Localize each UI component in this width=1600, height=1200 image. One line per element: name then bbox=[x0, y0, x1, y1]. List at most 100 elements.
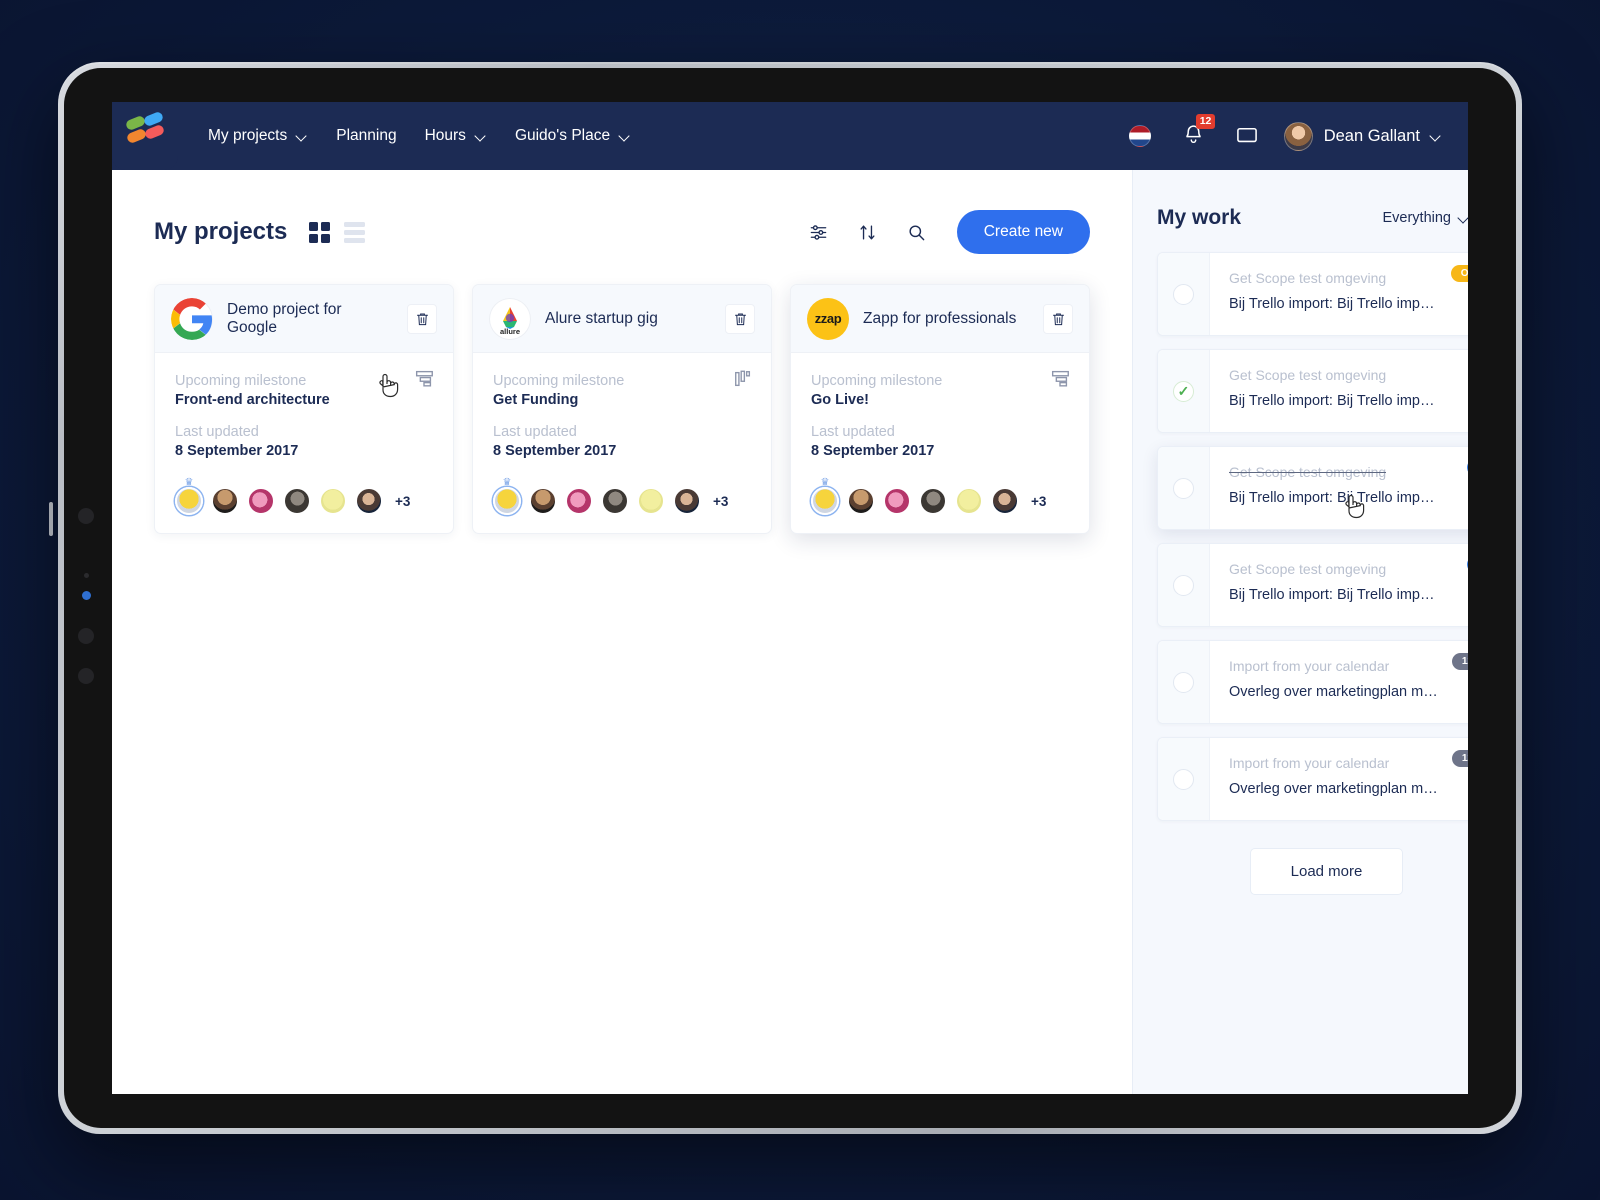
delete-project-button[interactable] bbox=[407, 303, 437, 334]
milestone-value: Front-end architecture bbox=[175, 392, 330, 408]
avatar[interactable] bbox=[883, 487, 911, 515]
projects-panel: My projects Create new Demo project for … bbox=[112, 170, 1132, 1094]
avatar-owner[interactable]: ♛ bbox=[493, 478, 521, 515]
project-card[interactable]: allure Alure startup gig Upcoming milest… bbox=[472, 284, 772, 534]
task-card[interactable]: Get Scope test omgeving Bij Trello impor… bbox=[1157, 543, 1468, 627]
zzap-wordmark: zzap bbox=[814, 311, 842, 326]
task-title: Overleg over marketingplan met … bbox=[1229, 781, 1439, 797]
app-screen: My projects Planning Hours Guido's Place bbox=[112, 102, 1468, 1094]
extra-members-count[interactable]: +3 bbox=[1031, 494, 1046, 509]
task-checkbox-checked[interactable]: ✓ bbox=[1173, 380, 1194, 402]
task-check-column bbox=[1158, 253, 1210, 335]
task-card[interactable]: Import from your calendar Overleg over m… bbox=[1157, 640, 1468, 724]
top-navbar: My projects Planning Hours Guido's Place bbox=[112, 102, 1468, 170]
chat-icon bbox=[1236, 127, 1257, 143]
avatar[interactable] bbox=[637, 487, 665, 515]
avatar[interactable] bbox=[283, 487, 311, 515]
tablet-sensor-dot bbox=[84, 573, 89, 578]
my-work-title: My work bbox=[1157, 206, 1242, 229]
status-badge: 12-12-2018 bbox=[1451, 653, 1468, 670]
task-subtitle: Get Scope test omgeving bbox=[1229, 270, 1387, 286]
nav-actions: 12 Dean Gallant bbox=[1113, 113, 1468, 151]
list-view-icon[interactable] bbox=[344, 221, 366, 243]
avatar[interactable] bbox=[991, 487, 1019, 515]
nav-item-hours[interactable]: Hours bbox=[411, 117, 501, 155]
language-selector[interactable] bbox=[1113, 125, 1167, 147]
avatar[interactable] bbox=[319, 487, 347, 515]
task-content: Get Scope test omgeving Bij Trello impor… bbox=[1210, 544, 1468, 626]
sort-button[interactable] bbox=[843, 223, 892, 242]
content-area: My projects Create new Demo project for … bbox=[112, 170, 1468, 1094]
milestone-label: Upcoming milestone bbox=[493, 373, 625, 389]
delete-project-button[interactable] bbox=[1043, 303, 1073, 334]
gantt-icon bbox=[1049, 369, 1071, 393]
nav-item-my-projects[interactable]: My projects bbox=[194, 117, 322, 155]
project-card[interactable]: zzap Zapp for professionals Upcoming mil… bbox=[379, 284, 1090, 534]
avatar[interactable] bbox=[247, 487, 275, 515]
crown-icon: ♛ bbox=[502, 477, 512, 488]
project-card[interactable]: Demo project for Google Upcoming milesto… bbox=[154, 284, 454, 534]
bell-icon: 12 bbox=[1183, 113, 1216, 150]
avatar[interactable] bbox=[955, 487, 983, 515]
task-checkbox[interactable] bbox=[1173, 574, 1194, 596]
task-card[interactable]: Import from your calendar Overleg over m… bbox=[1157, 737, 1468, 821]
extra-members-count[interactable]: +3 bbox=[395, 494, 410, 509]
task-subtitle: Import from your calendar bbox=[1229, 755, 1390, 771]
avatar[interactable] bbox=[529, 487, 557, 515]
updated-value: 8 September 2017 bbox=[175, 443, 299, 459]
grid-view-icon[interactable] bbox=[309, 221, 331, 243]
search-button[interactable] bbox=[892, 223, 941, 242]
sort-icon bbox=[860, 224, 875, 240]
extra-members-count[interactable]: +3 bbox=[713, 494, 728, 509]
task-card[interactable]: Get Scope test omgeving Bij Trello impor… bbox=[1157, 252, 1468, 336]
create-new-button[interactable]: Create new bbox=[956, 210, 1090, 254]
filter-button[interactable] bbox=[794, 223, 843, 242]
check-icon: ✓ bbox=[1177, 383, 1190, 399]
task-content: Import from your calendar Overleg over m… bbox=[1210, 641, 1468, 723]
zzap-logo-icon: zzap bbox=[807, 297, 849, 340]
task-checkbox[interactable] bbox=[1173, 671, 1194, 693]
avatar[interactable] bbox=[847, 487, 875, 515]
tablet-indicator-dot bbox=[82, 591, 91, 600]
task-card[interactable]: ✓ Get Scope test omgeving Bij Trello imp… bbox=[1157, 349, 1468, 433]
nav-menu: My projects Planning Hours Guido's Place bbox=[194, 117, 645, 155]
delete-project-button[interactable] bbox=[725, 303, 755, 334]
avatar-owner[interactable]: ♛ bbox=[175, 478, 203, 515]
task-checkbox[interactable] bbox=[1173, 768, 1194, 790]
task-title: Bij Trello import: Bij Trello import zie… bbox=[1229, 490, 1439, 506]
avatar[interactable] bbox=[211, 487, 239, 515]
filter-icon bbox=[810, 224, 827, 240]
notifications-button[interactable]: 12 bbox=[1167, 113, 1220, 150]
load-more-button[interactable]: Load more bbox=[1249, 848, 1404, 895]
avatar[interactable] bbox=[673, 487, 701, 515]
project-title: Zapp for professionals bbox=[863, 309, 1017, 327]
status-badge: TODAY bbox=[1467, 556, 1468, 573]
work-filter-dropdown[interactable]: Everything bbox=[1382, 210, 1468, 226]
projects-header: My projects Create new bbox=[154, 210, 1090, 254]
updated-value: 8 September 2017 bbox=[493, 443, 617, 459]
nav-label: Guido's Place bbox=[514, 127, 611, 144]
tablet-volume-button bbox=[49, 502, 53, 536]
app-logo[interactable] bbox=[112, 102, 178, 170]
messages-button[interactable] bbox=[1220, 126, 1274, 146]
user-menu[interactable]: Dean Gallant bbox=[1274, 121, 1442, 151]
nav-item-planning[interactable]: Planning bbox=[322, 117, 410, 155]
tablet-frame: My projects Planning Hours Guido's Place bbox=[49, 62, 1522, 1134]
task-checkbox[interactable] bbox=[1173, 283, 1194, 305]
avatar[interactable] bbox=[919, 487, 947, 515]
tablet-speaker-dot bbox=[78, 508, 94, 524]
avatar[interactable] bbox=[355, 487, 383, 515]
project-card-header: Demo project for Google bbox=[155, 285, 453, 353]
avatar[interactable] bbox=[565, 487, 593, 515]
task-subtitle: Get Scope test omgeving bbox=[1229, 367, 1387, 383]
milestone-label: Upcoming milestone bbox=[811, 373, 943, 389]
task-content: Get Scope test omgeving Bij Trello impor… bbox=[1210, 350, 1468, 432]
task-card[interactable]: Get Scope test omgeving Bij Trello impor… bbox=[1157, 446, 1468, 530]
task-checkbox[interactable] bbox=[1173, 477, 1194, 499]
avatar-owner[interactable]: ♛ bbox=[811, 478, 839, 515]
page-title: My projects bbox=[154, 218, 288, 245]
bars-icon bbox=[733, 369, 753, 394]
nav-item-guidos-place[interactable]: Guido's Place bbox=[501, 117, 645, 155]
avatar[interactable] bbox=[601, 487, 629, 515]
milestone-value: Get Funding bbox=[493, 392, 579, 408]
